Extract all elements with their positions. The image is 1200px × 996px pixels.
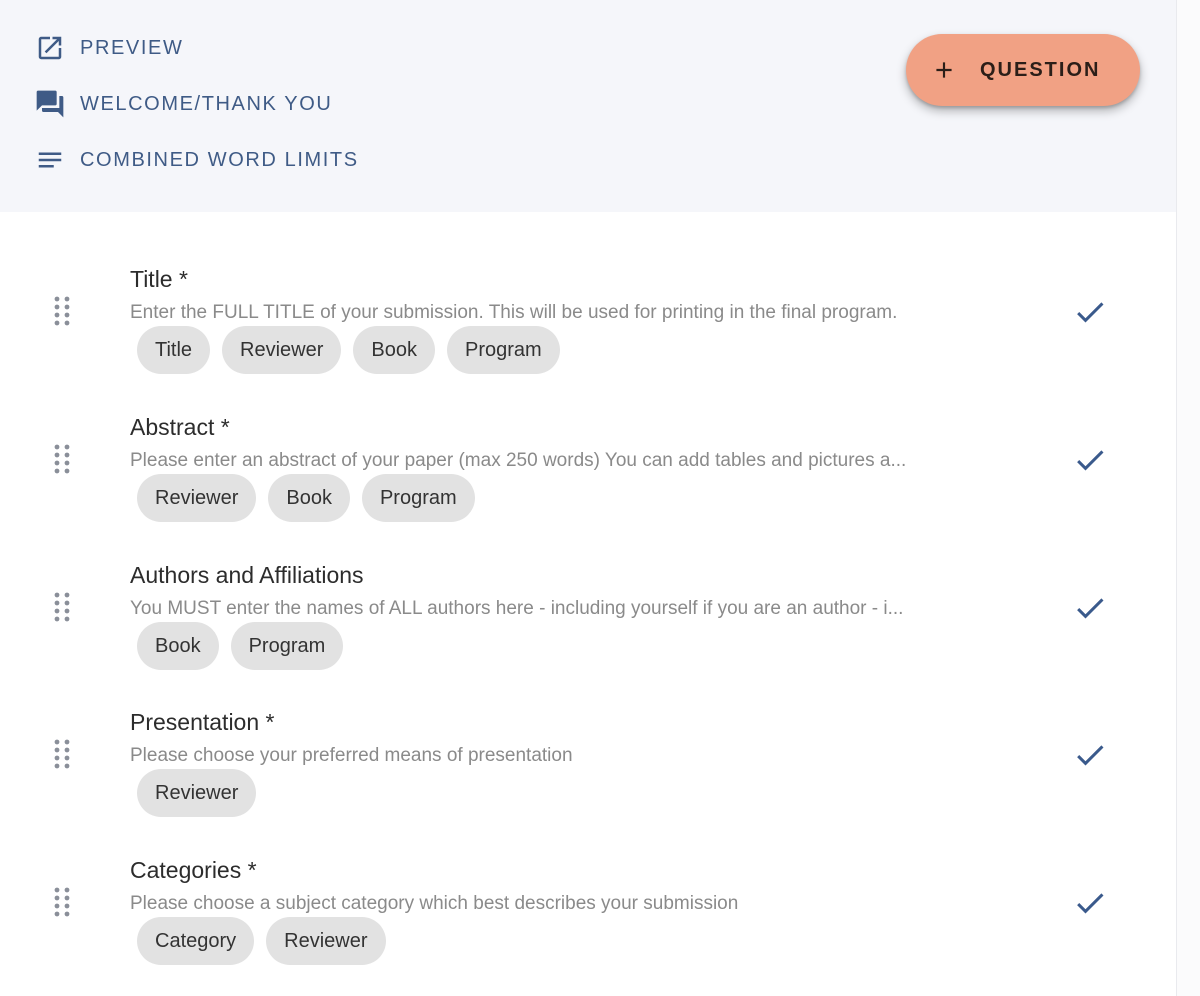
tag-chip[interactable]: Title bbox=[137, 326, 211, 374]
question-description: Please choose a subject category which b… bbox=[130, 893, 739, 914]
tag-list: Book Program bbox=[137, 622, 344, 670]
check-icon[interactable] bbox=[1072, 737, 1108, 773]
forum-icon bbox=[34, 88, 66, 120]
tag-chip[interactable]: Reviewer bbox=[137, 769, 257, 817]
tag-list: Reviewer Book Program bbox=[137, 474, 475, 522]
word-limits-label: COMBINED WORD LIMITS bbox=[80, 148, 359, 171]
scrollbar-track[interactable] bbox=[1176, 0, 1200, 996]
tag-chip[interactable]: Book bbox=[137, 622, 219, 670]
toolbar: PREVIEW WELCOME/THANK YOU COMBINED WORD … bbox=[0, 0, 1176, 212]
check-icon[interactable] bbox=[1072, 590, 1108, 626]
question-row[interactable]: Presentation * Please choose your preferr… bbox=[0, 705, 1176, 825]
question-title: Categories * bbox=[130, 857, 257, 883]
drag-handle-icon[interactable] bbox=[50, 737, 74, 771]
drag-handle-icon[interactable] bbox=[50, 294, 74, 328]
question-row[interactable]: Authors and Affiliations You MUST enter t… bbox=[0, 558, 1176, 678]
check-icon[interactable] bbox=[1072, 442, 1108, 478]
question-description: You MUST enter the names of ALL authors … bbox=[130, 598, 904, 619]
tag-chip[interactable]: Book bbox=[353, 326, 435, 374]
drag-handle-icon[interactable] bbox=[50, 590, 74, 624]
question-description: Please enter an abstract of your paper (… bbox=[130, 450, 907, 471]
drag-handle-icon[interactable] bbox=[50, 442, 74, 476]
welcome-thank-you-button[interactable]: WELCOME/THANK YOU bbox=[34, 88, 332, 120]
tag-chip[interactable]: Program bbox=[447, 326, 560, 374]
combined-word-limits-button[interactable]: COMBINED WORD LIMITS bbox=[34, 144, 359, 176]
question-description: Enter the FULL TITLE of your submission.… bbox=[130, 302, 898, 323]
tag-chip[interactable]: Reviewer bbox=[137, 474, 257, 522]
question-title: Authors and Affiliations bbox=[130, 562, 364, 588]
question-description: Please choose your preferred means of pr… bbox=[130, 745, 573, 766]
add-question-label: QUESTION bbox=[980, 58, 1101, 81]
add-question-button[interactable]: QUESTION bbox=[906, 34, 1140, 106]
question-row[interactable]: Categories * Please choose a subject cate… bbox=[0, 853, 1176, 973]
tag-list: Category Reviewer bbox=[137, 917, 386, 965]
preview-label: PREVIEW bbox=[80, 36, 184, 59]
check-icon[interactable] bbox=[1072, 885, 1108, 921]
tag-chip[interactable]: Program bbox=[361, 474, 475, 522]
notes-icon bbox=[34, 144, 66, 176]
welcome-label: WELCOME/THANK YOU bbox=[80, 92, 333, 115]
question-row[interactable]: Abstract * Please enter an abstract of yo… bbox=[0, 410, 1176, 530]
question-title: Abstract * bbox=[130, 414, 230, 440]
preview-button[interactable]: PREVIEW bbox=[34, 32, 183, 64]
tag-list: Reviewer bbox=[137, 769, 257, 817]
tag-chip[interactable]: Book bbox=[268, 474, 350, 522]
drag-handle-icon[interactable] bbox=[50, 885, 74, 919]
question-title: Title * bbox=[130, 266, 188, 292]
tag-list: Title Reviewer Book Program bbox=[137, 326, 560, 374]
question-row[interactable]: Title * Enter the FULL TITLE of your subm… bbox=[0, 262, 1176, 382]
tag-chip[interactable]: Reviewer bbox=[222, 326, 342, 374]
open-in-new-icon bbox=[34, 32, 66, 64]
form-builder-page: PREVIEW WELCOME/THANK YOU COMBINED WORD … bbox=[0, 0, 1200, 996]
tag-chip[interactable]: Reviewer bbox=[266, 917, 386, 965]
question-title: Presentation * bbox=[130, 709, 275, 735]
check-icon[interactable] bbox=[1072, 294, 1108, 330]
plus-icon bbox=[930, 56, 958, 84]
tag-chip[interactable]: Program bbox=[230, 622, 344, 670]
tag-chip[interactable]: Category bbox=[137, 917, 255, 965]
